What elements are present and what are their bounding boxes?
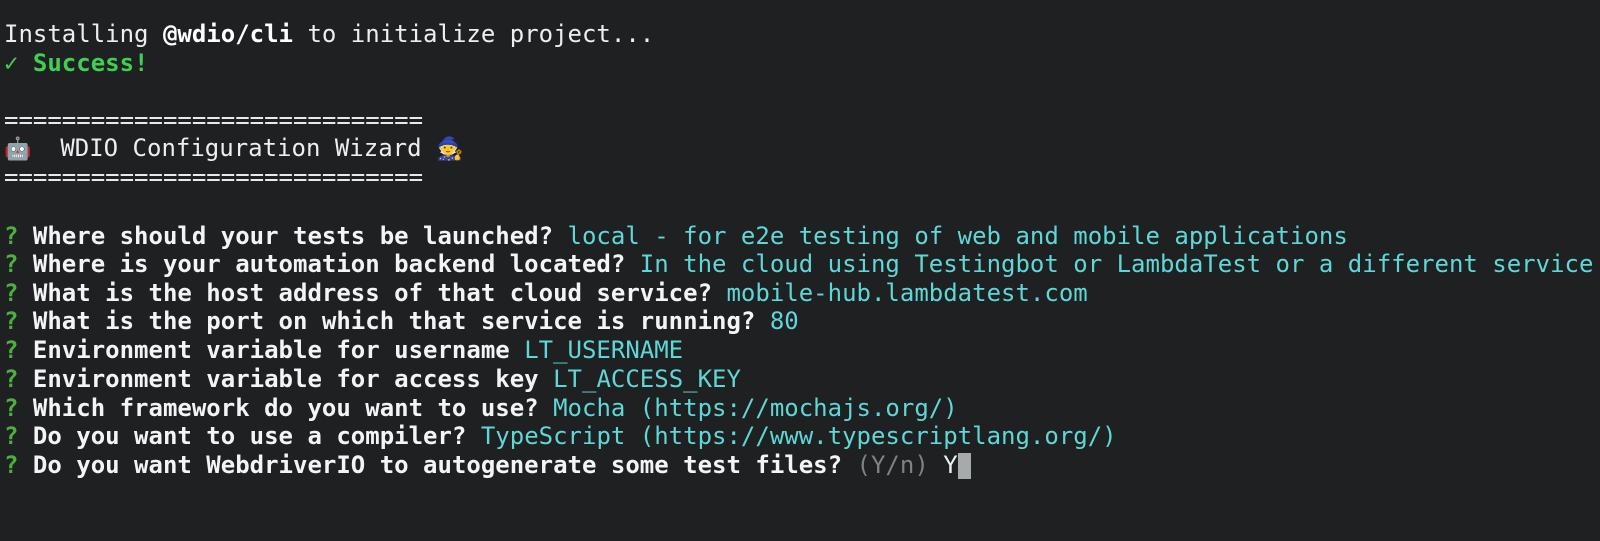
prompt-line-3: ? What is the host address of that cloud… bbox=[4, 279, 1088, 308]
prompt-marker-icon: ? bbox=[4, 307, 19, 335]
answer-value-8: TypeScript (https://www.typescriptlang.o… bbox=[480, 422, 1117, 450]
success-label: Success! bbox=[32, 49, 149, 77]
question-text-8: Do you want to use a compiler? bbox=[32, 422, 467, 450]
prompt-marker-icon: ? bbox=[4, 451, 19, 479]
banner-title: WDIO Configuration Wizard bbox=[60, 134, 422, 162]
prompt-line-9-active[interactable]: ? Do you want WebdriverIO to autogenerat… bbox=[4, 451, 971, 480]
install-prefix: Installing bbox=[4, 20, 163, 48]
answer-value-6: LT_ACCESS_KEY bbox=[553, 365, 741, 393]
banner-rule-top: ============================= bbox=[4, 106, 424, 134]
prompt-marker-icon: ? bbox=[4, 222, 19, 250]
question-text-7: Which framework do you want to use? bbox=[32, 394, 539, 422]
prompt-line-7: ? Which framework do you want to use? Mo… bbox=[4, 394, 958, 423]
answer-value-2: In the cloud using Testingbot or LambdaT… bbox=[639, 250, 1594, 278]
success-line: ✓ Success! bbox=[4, 49, 149, 78]
answer-value-3: mobile-hub.lambdatest.com bbox=[726, 279, 1088, 307]
check-icon: ✓ bbox=[4, 49, 19, 77]
typed-answer-input[interactable]: Y bbox=[929, 451, 957, 479]
text-cursor bbox=[957, 453, 971, 479]
question-text-5: Environment variable for username bbox=[32, 336, 510, 364]
answer-value-7: Mocha (https://mochajs.org/) bbox=[553, 394, 958, 422]
install-line: Installing @wdio/cli to initialize proje… bbox=[4, 20, 654, 49]
question-text-9: Do you want WebdriverIO to autogenerate … bbox=[32, 451, 843, 479]
answer-value-4: 80 bbox=[769, 307, 799, 335]
prompt-marker-icon: ? bbox=[4, 250, 19, 278]
prompt-line-8: ? Do you want to use a compiler? TypeScr… bbox=[4, 422, 1117, 451]
question-text-2: Where is your automation backend located… bbox=[32, 250, 626, 278]
question-text-4: What is the port on which that service i… bbox=[32, 307, 756, 335]
prompt-line-2: ? Where is your automation backend locat… bbox=[4, 250, 1593, 279]
question-text-1: Where should your tests be launched? bbox=[32, 222, 554, 250]
question-text-6: Environment variable for access key bbox=[32, 365, 539, 393]
prompt-marker-icon: ? bbox=[4, 279, 19, 307]
prompt-line-5: ? Environment variable for username LT_U… bbox=[4, 336, 683, 365]
prompt-line-4: ? What is the port on which that service… bbox=[4, 307, 799, 336]
answer-value-1: local - for e2e testing of web and mobil… bbox=[567, 222, 1348, 250]
prompt-marker-icon: ? bbox=[4, 365, 19, 393]
robot-icon: 🤖 bbox=[4, 137, 32, 162]
mage-icon: 🧙 bbox=[436, 137, 464, 162]
banner-title-line: 🤖 WDIO Configuration Wizard 🧙 bbox=[4, 134, 463, 165]
question-text-3: What is the host address of that cloud s… bbox=[32, 279, 713, 307]
install-suffix: to initialize project... bbox=[293, 20, 655, 48]
prompt-marker-icon: ? bbox=[4, 394, 19, 422]
terminal-window[interactable]: Installing @wdio/cli to initialize proje… bbox=[0, 0, 1600, 541]
install-package-name: @wdio/cli bbox=[162, 20, 293, 48]
banner-rule-bottom: ============================= bbox=[4, 163, 424, 191]
yes-no-hint: (Y/n) bbox=[856, 451, 929, 479]
prompt-line-1: ? Where should your tests be launched? l… bbox=[4, 222, 1348, 251]
prompt-marker-icon: ? bbox=[4, 422, 19, 450]
answer-value-5: LT_USERNAME bbox=[524, 336, 684, 364]
prompt-marker-icon: ? bbox=[4, 336, 19, 364]
prompt-line-6: ? Environment variable for access key LT… bbox=[4, 365, 741, 394]
